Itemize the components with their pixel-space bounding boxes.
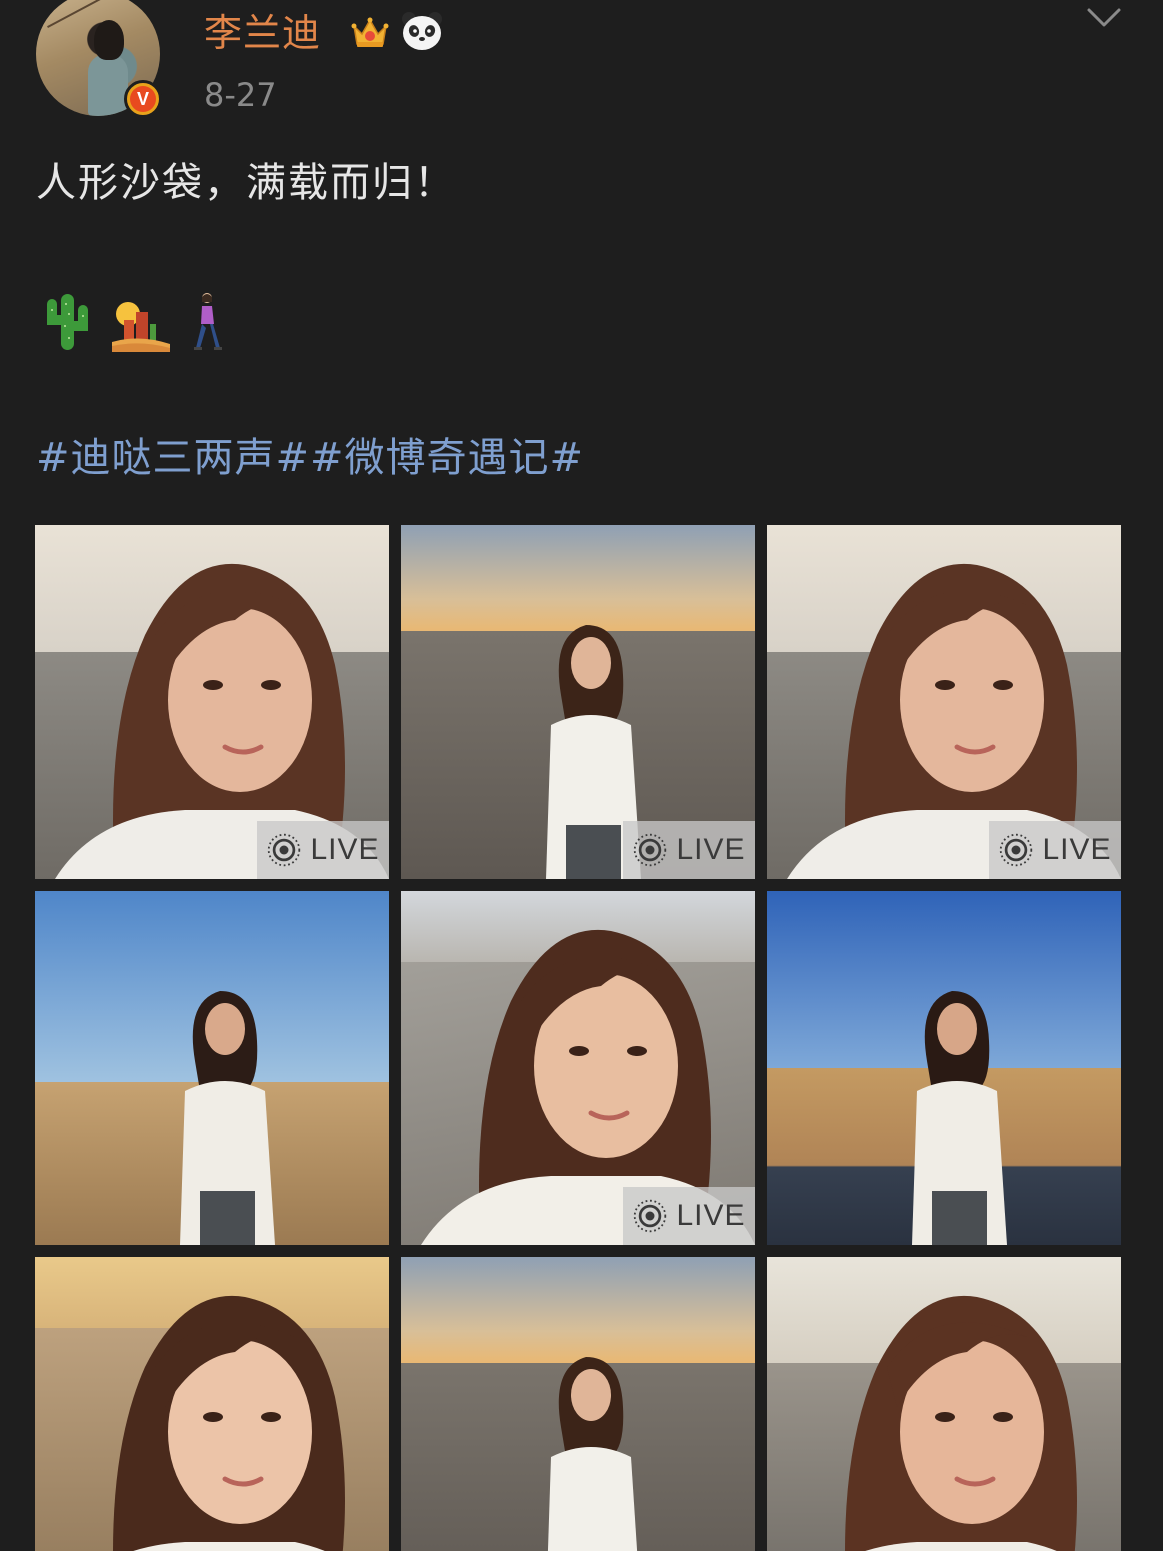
panda-icon xyxy=(402,12,442,50)
post-time: 8-27 xyxy=(204,76,277,114)
photo-subject xyxy=(912,991,1007,1245)
emoji-row xyxy=(42,288,224,352)
live-label: LIVE xyxy=(310,833,380,866)
photo-thumbnail[interactable]: LIVE xyxy=(35,525,389,879)
photo-subject xyxy=(113,1295,345,1551)
live-label: LIVE xyxy=(676,833,746,866)
live-photo-badge[interactable]: LIVE xyxy=(989,821,1121,879)
live-photo-badge[interactable]: LIVE xyxy=(623,1187,755,1245)
live-photo-badge[interactable]: LIVE xyxy=(257,821,389,879)
hashtag-link[interactable]: #迪哒三两声##微博奇遇记# xyxy=(36,430,584,486)
photo-thumbnail[interactable] xyxy=(401,1257,755,1551)
photo-subject xyxy=(845,1295,1077,1551)
chevron-down-icon[interactable] xyxy=(1086,6,1122,30)
post-text: 人形沙袋，满载而归！ xyxy=(36,160,456,206)
photo-grid: LIVE LIVE LIVE LIVE xyxy=(35,525,1121,1551)
photo-thumbnail[interactable] xyxy=(35,1257,389,1551)
photo-thumbnail[interactable] xyxy=(767,1257,1121,1551)
photo-subject xyxy=(180,991,275,1245)
live-label: LIVE xyxy=(676,1199,746,1232)
desert-sunset-icon xyxy=(112,302,170,352)
photo-thumbnail[interactable]: LIVE xyxy=(401,891,755,1245)
username[interactable]: 李兰迪 xyxy=(204,8,321,58)
photo-thumbnail[interactable]: LIVE xyxy=(401,525,755,879)
crown-icon xyxy=(351,17,389,47)
woman-walking-icon xyxy=(194,293,222,350)
photo-thumbnail[interactable] xyxy=(767,891,1121,1245)
live-photo-icon xyxy=(634,1199,667,1233)
weibo-post: V 李兰迪 8-27 人形沙袋，满载而归！ #迪哒三两声##微博奇遇记# LIV… xyxy=(0,0,1163,1551)
avatar[interactable]: V xyxy=(36,0,162,118)
photo-thumbnail[interactable]: LIVE xyxy=(767,525,1121,879)
live-photo-badge[interactable]: LIVE xyxy=(623,821,755,879)
live-label: LIVE xyxy=(1042,833,1112,866)
cactus-icon xyxy=(47,294,88,350)
verified-badge-icon: V xyxy=(124,80,162,118)
verified-badge-label: V xyxy=(130,86,156,112)
live-photo-icon xyxy=(1000,833,1033,867)
photo-thumbnail[interactable] xyxy=(35,891,389,1245)
live-photo-icon xyxy=(268,833,301,867)
live-photo-icon xyxy=(634,833,667,867)
photo-subject xyxy=(547,1357,638,1551)
